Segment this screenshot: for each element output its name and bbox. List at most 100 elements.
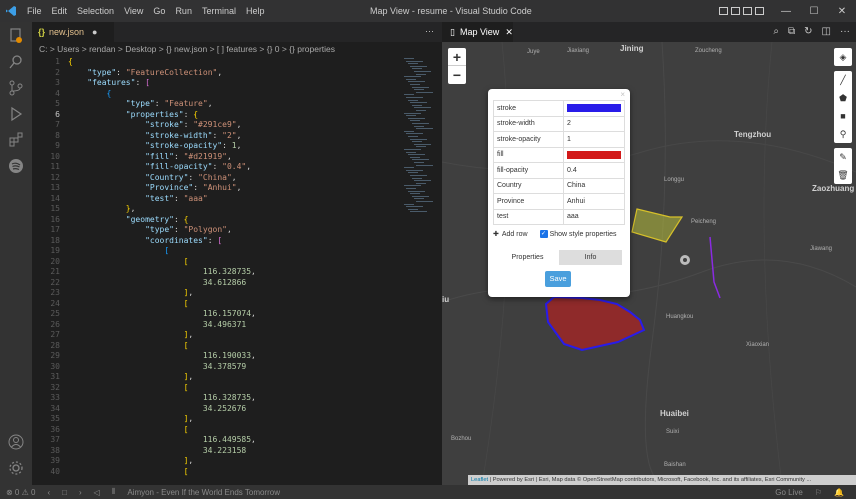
search-icon[interactable] [8,54,24,70]
code-line[interactable]: 29 116.190033, [32,351,427,362]
code-line[interactable]: 13 "Province": "Anhui", [32,183,427,194]
code-line[interactable]: 37 116.449585, [32,435,427,446]
code-line[interactable]: 34 34.252676 [32,404,427,415]
menu-item-selection[interactable]: Selection [72,6,119,16]
code-line[interactable]: 25 116.157074, [32,309,427,320]
next-track-icon[interactable]: › [79,488,82,497]
save-button[interactable]: Save [545,271,571,287]
code-line[interactable]: 28 [ [32,341,427,352]
code-line[interactable]: 9 "stroke-opacity": 1, [32,141,427,152]
show-style-label[interactable]: Show style properties [550,231,617,238]
code-line[interactable]: 38 34.223158 [32,446,427,457]
property-value[interactable]: 1 [563,131,625,148]
code-line[interactable]: 33 116.328735, [32,393,427,404]
code-line[interactable]: 3 "features": [ [32,78,427,89]
extensions-icon[interactable] [8,132,24,148]
draw-marker-icon[interactable]: ⚲ [834,125,852,143]
code-line[interactable]: 6 "properties": { [32,110,427,121]
code-line[interactable]: 8 "stroke-width": "2", [32,131,427,142]
draw-polygon-icon[interactable]: ⬟ [834,89,852,107]
code-line[interactable]: 10 "fill": "#d21919", [32,152,427,163]
code-line[interactable]: 18 "coordinates": [ [32,236,427,247]
minimize-button[interactable]: — [772,6,800,17]
code-line[interactable]: 27 ], [32,330,427,341]
maximize-button[interactable]: ☐ [800,6,828,17]
go-live-button[interactable]: Go Live [775,488,803,497]
code-line[interactable]: 17 "type": "Polygon", [32,225,427,236]
property-value[interactable]: China [563,177,625,194]
menu-item-view[interactable]: View [119,6,148,16]
source-control-icon[interactable] [8,80,24,96]
code-line[interactable]: 35 ], [32,414,427,425]
property-key[interactable]: stroke-width [493,115,564,132]
property-value[interactable] [563,146,625,163]
play-pause-icon[interactable]: □ [62,488,67,497]
code-line[interactable]: 4 { [32,89,427,100]
code-line[interactable]: 30 34.378579 [32,362,427,373]
delete-layers-icon[interactable]: 🗑 [834,166,852,184]
volume-icon[interactable]: ◁ [94,488,100,497]
property-key[interactable]: fill-opacity [493,162,564,179]
menu-item-terminal[interactable]: Terminal [197,6,241,16]
menu-item-help[interactable]: Help [241,6,270,16]
problems-indicator[interactable]: ⊗ 0 ⚠ 0 [6,488,35,497]
toggle-panel-icon[interactable] [731,7,740,15]
menu-item-go[interactable]: Go [148,6,170,16]
draw-line-icon[interactable]: ╱ [834,71,852,89]
notifications-icon[interactable]: 🔔 [834,488,844,497]
refresh-icon[interactable]: ↻ [804,26,812,37]
prev-track-icon[interactable]: ‹ [47,488,50,497]
code-line[interactable]: 14 "test": "aaa" [32,194,427,205]
show-style-checkbox[interactable]: ✓ [539,230,548,238]
feedback-icon[interactable]: ⚐ [815,488,822,497]
code-line[interactable]: 26 34.496371 [32,320,427,331]
menu-item-run[interactable]: Run [170,6,197,16]
property-value[interactable]: aaa [563,208,625,225]
code-line[interactable]: 31 ], [32,372,427,383]
code-line[interactable]: 12 "Country": "China", [32,173,427,184]
map-view[interactable]: + − ◈ ╱ ⬟ ■ ⚲ ✎ 🗑 Jining Jiaxiang Juye Zouc… [442,42,856,485]
property-key[interactable]: test [493,208,564,225]
code-line[interactable]: 36 [ [32,425,427,436]
color-swatch[interactable] [567,150,621,159]
layers-icon[interactable]: ◈ [834,48,852,66]
toggle-secondary-sidebar-icon[interactable] [743,7,752,15]
zoom-in-button[interactable]: + [448,48,466,66]
code-editor[interactable]: 1{2 "type": "FeatureCollection", 3 "featu… [32,56,442,485]
toggle-sidebar-icon[interactable] [719,7,728,15]
code-line[interactable]: 2 "type": "FeatureCollection", [32,68,427,79]
close-window-button[interactable]: ✕ [828,6,856,17]
zoom-out-button[interactable]: − [448,66,466,84]
code-line[interactable]: 19 [ [32,246,427,257]
code-line[interactable]: 5 "type": "Feature", [32,99,427,110]
unsaved-dot-icon[interactable]: ● [92,27,97,37]
manage-gear-icon[interactable] [8,460,24,476]
code-line[interactable]: 15 }, [32,204,427,215]
minimap[interactable] [398,56,442,485]
tab-new-json[interactable]: {} new.json ● [32,22,114,42]
code-line[interactable]: 21 116.328735, [32,267,427,278]
tab-map-view[interactable]: ▯ Map View ✕ [443,22,513,42]
add-row-label[interactable]: Add row [502,231,528,238]
search-icon[interactable]: ⌕ [773,26,779,37]
property-value[interactable]: 0.4 [563,162,625,179]
code-line[interactable]: 20 [ [32,257,427,268]
add-row-button[interactable]: ✚ [493,230,499,238]
now-playing[interactable]: Aimyon - Even If the World Ends Tomorrow [127,488,280,497]
property-key[interactable]: stroke [493,100,564,117]
property-value[interactable]: Anhui [563,193,625,210]
tab-properties[interactable]: Properties [496,250,559,265]
property-key[interactable]: Country [493,177,564,194]
popup-close-icon[interactable]: × [620,90,625,99]
account-icon[interactable] [8,434,24,450]
code-line[interactable]: 11 "fill-opacity": "0.4", [32,162,427,173]
run-debug-icon[interactable] [8,106,24,122]
code-line[interactable]: 39 ], [32,456,427,467]
menu-item-edit[interactable]: Edit [47,6,73,16]
split-editor-icon[interactable]: ◫ [822,26,831,37]
draw-rectangle-icon[interactable]: ■ [834,107,852,125]
tab-info[interactable]: Info [559,250,622,265]
more-icon[interactable]: ··· [840,26,850,37]
code-line[interactable]: 7 "stroke": "#291ce9", [32,120,427,131]
property-key[interactable]: stroke-opacity [493,131,564,148]
